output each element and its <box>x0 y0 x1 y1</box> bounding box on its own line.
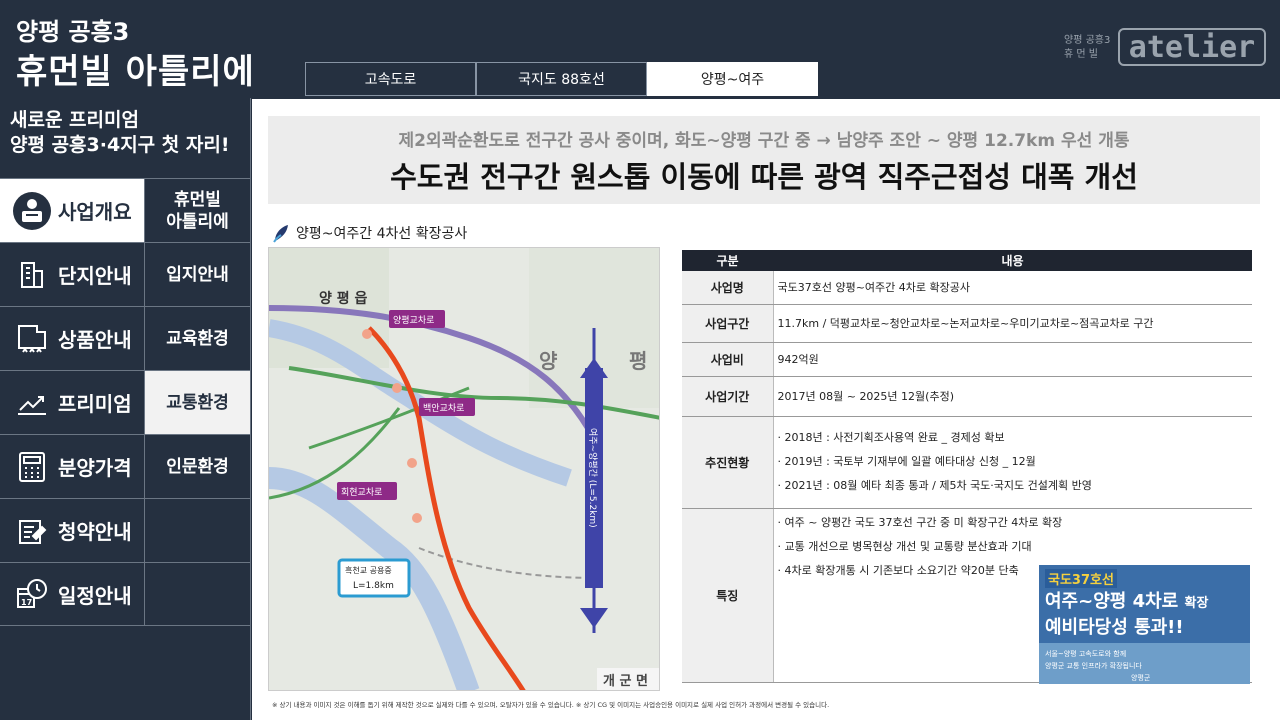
menu-product-info[interactable]: 상품안내 <box>0 307 145 370</box>
sidebar-menu: 사업개요 휴먼빌 아틀리에 단지안내 입지안내 상품안내 교육환경 프리미엄 교… <box>0 178 250 626</box>
table-row: 사업비 942억원 <box>682 342 1252 377</box>
feature-item: · 교통 개선으로 병목현상 개선 및 교통량 분산효과 기대 <box>777 539 1032 553</box>
table-header-category: 구분 <box>682 250 773 271</box>
calendar-clock-icon: 17 <box>12 574 52 614</box>
progress-item: · 2018년 : 사전기획조사용역 완료 _ 경제성 확보 <box>777 431 1005 444</box>
svg-text:백안교차로: 백안교차로 <box>423 402 464 414</box>
app-header: 양평 공흥3 휴먼빌 아틀리에 고속도로 국지도 88호선 양평~여주 양평 공… <box>0 0 1280 98</box>
building-icon <box>12 255 52 295</box>
svg-text:회현교차로: 회현교차로 <box>341 486 382 498</box>
table-header-row: 구분 내용 <box>682 250 1252 271</box>
submenu-transport[interactable]: 교통환경 <box>145 371 250 434</box>
menu-schedule[interactable]: 17 일정안내 <box>0 563 145 625</box>
svg-text:양 평 읍: 양 평 읍 <box>319 290 368 307</box>
banner-title: 수도권 전구간 원스톱 이동에 따른 광역 직주근접성 대폭 개선 <box>390 160 1138 194</box>
menu-business-overview[interactable]: 사업개요 <box>0 179 145 242</box>
brand-subtitle: 양평 공흥3 <box>16 18 130 46</box>
svg-text:양평교차로: 양평교차로 <box>393 314 434 326</box>
headline-banner: 제2외곽순환도로 전구간 공사 중이며, 화도~양평 구간 중 → 남양주 조안… <box>268 116 1260 204</box>
menu-subscription[interactable]: 청약안내 <box>0 499 145 562</box>
tab-expressway[interactable]: 고속도로 <box>305 62 476 96</box>
section-title: 양평~여주간 4차선 확장공사 <box>272 223 467 243</box>
svg-text:평: 평 <box>629 349 647 373</box>
submenu-humanvill-atelier[interactable]: 휴먼빌 아틀리에 <box>145 179 250 242</box>
svg-text:17: 17 <box>21 598 32 607</box>
sidebar-tagline: 새로운 프리미엄 양평 공흥3·4지구 첫 자리! <box>10 109 230 156</box>
main-content: 제2외곽순환도로 전구간 공사 중이며, 화도~양평 구간 중 → 남양주 조안… <box>252 99 1280 720</box>
table-row: 사업구간 11.7km / 덕평교차로~청안교차로~논저교차로~우미기교차로~점… <box>682 304 1252 343</box>
svg-text:여주~양평간 (L=5.2km): 여주~양평간 (L=5.2km) <box>587 428 599 528</box>
brand-title: 휴먼빌 아틀리에 <box>16 52 255 92</box>
svg-text:개 군 면: 개 군 면 <box>603 673 648 689</box>
table-row: 사업명 국도37호선 양평~여주간 4차로 확장공사 <box>682 271 1252 305</box>
svg-text:L=1.8km: L=1.8km <box>353 581 394 591</box>
calculator-icon <box>12 447 52 487</box>
tab-local-road-88[interactable]: 국지도 88호선 <box>476 62 647 96</box>
atelier-logo[interactable]: atelier <box>1118 28 1266 66</box>
business-overview-icon <box>12 191 52 231</box>
floorplan-icon <box>12 319 52 359</box>
menu-premium[interactable]: 프리미엄 <box>0 371 145 434</box>
chart-up-icon <box>12 383 52 423</box>
tab-yangpyeong-yeoju[interactable]: 양평~여주 <box>647 62 818 96</box>
menu-complex-info[interactable]: 단지안내 <box>0 243 145 306</box>
banner-subtitle: 제2외곽순환도로 전구간 공사 중이며, 화도~양평 구간 중 → 남양주 조안… <box>398 131 1130 151</box>
feature-item: · 여주 ~ 양평간 국도 37호선 구간 중 미 확장구간 4차로 확장 <box>777 515 1063 529</box>
footnote: ※ 상기 내용과 이미지 것은 이해를 돕기 위해 제작한 것으로 실제와 다를… <box>272 701 830 709</box>
submenu-location[interactable]: 입지안내 <box>145 243 250 306</box>
menu-price[interactable]: 분양가격 <box>0 435 145 498</box>
submenu-humanities[interactable]: 인문환경 <box>145 435 250 498</box>
leaf-icon <box>273 225 288 243</box>
submenu-empty-1 <box>145 499 250 562</box>
transport-tabs: 고속도로 국지도 88호선 양평~여주 <box>305 62 818 96</box>
progress-item: · 2019년 : 국토부 기재부에 일괄 예타대상 신청 _ 12월 <box>777 455 1036 468</box>
promo-image: 국도37호선 여주~양평 4차로 확장 예비타당성 통과!! 서울~양평 고속도… <box>1039 565 1250 684</box>
table-row: 추진현황 · 2018년 : 사전기획조사용역 완료 _ 경제성 확보 · 20… <box>682 416 1252 509</box>
sidebar: 새로운 프리미엄 양평 공흥3·4지구 첫 자리! 사업개요 휴먼빌 아틀리에 … <box>0 98 251 720</box>
logo-small-text: 양평 공흥3 휴 먼 빌 <box>1064 35 1111 60</box>
table-header-content: 내용 <box>773 250 1252 271</box>
submenu-empty-2 <box>145 563 250 625</box>
edit-icon <box>12 511 52 551</box>
svg-text:흑천교 공용중: 흑천교 공용중 <box>345 565 392 575</box>
table-row: 사업기간 2017년 08월 ~ 2025년 12월(추정) <box>682 376 1252 417</box>
progress-item: · 2021년 : 08월 예타 최종 통과 / 제5차 국도·국지도 건설계획… <box>777 479 1092 492</box>
submenu-education[interactable]: 교육환경 <box>145 307 250 370</box>
svg-text:양: 양 <box>539 349 558 373</box>
route-map: 양 평 읍 양평교차로 백안교차로 회현교차로 흑천교 공용중 L=1.8km … <box>268 247 660 691</box>
